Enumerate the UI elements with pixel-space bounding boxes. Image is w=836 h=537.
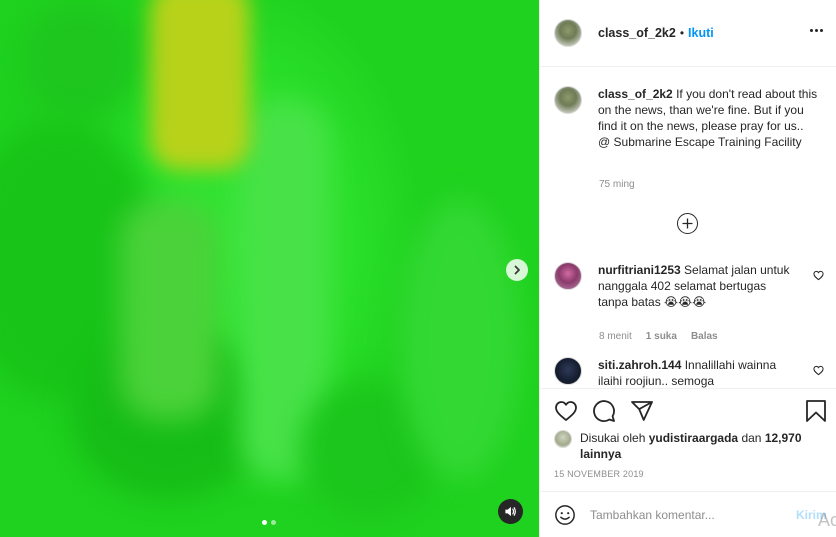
like-comment-heart-icon[interactable]	[813, 270, 824, 281]
likes-summary: Disukai oleh yudistiraargada dan 12,970 …	[554, 430, 810, 462]
avatar[interactable]	[554, 19, 582, 47]
post-details-panel: class_of_2k2 • Ikuti class_of_2k2 If you…	[539, 0, 836, 537]
comment-username[interactable]: nurfitriani1253	[598, 263, 681, 277]
plus-icon	[682, 218, 693, 229]
like-comment-heart-icon[interactable]	[813, 365, 824, 376]
comment-item: siti.zahroh.144 Innalillahi wainna ilaih…	[554, 357, 824, 388]
likes-middle: dan	[741, 431, 762, 445]
watermark-text: Ac	[818, 510, 836, 530]
media-blur	[20, 0, 140, 120]
likes-prefix: Disukai oleh	[580, 431, 646, 445]
carousel-dot	[262, 520, 267, 525]
likes-text: Disukai oleh yudistiraargada dan 12,970 …	[580, 430, 810, 462]
carousel-indicator	[262, 520, 276, 525]
caption-timestamp[interactable]: 75 ming	[599, 179, 635, 190]
bookmark-icon[interactable]	[805, 399, 827, 423]
comment-likes[interactable]: 1 suka	[646, 331, 677, 342]
more-icon	[810, 29, 813, 32]
comment-text: nurfitriani1253 Selamat jalan untuk nang…	[598, 262, 798, 310]
reply-button[interactable]: Balas	[691, 331, 718, 342]
separator-dot: •	[679, 26, 685, 40]
comments-section[interactable]: class_of_2k2 If you don't read about thi…	[540, 67, 836, 388]
comment-text: siti.zahroh.144 Innalillahi wainna ilaih…	[598, 357, 798, 388]
follow-button[interactable]: Ikuti	[688, 26, 714, 40]
more-options-button[interactable]	[810, 29, 823, 32]
avatar[interactable]	[554, 357, 582, 385]
post-media[interactable]	[0, 0, 539, 537]
avatar[interactable]	[554, 430, 572, 448]
heart-icon[interactable]	[554, 399, 578, 423]
post-date[interactable]: 15 NOVEMBER 2019	[554, 469, 644, 479]
comment-input[interactable]	[590, 507, 770, 522]
load-more-comments-button[interactable]	[677, 213, 698, 234]
comment-icon[interactable]	[592, 399, 616, 423]
header-username[interactable]: class_of_2k2	[598, 26, 676, 40]
comment-time: 8 menit	[599, 331, 632, 342]
media-blur	[150, 0, 250, 170]
comment-item: nurfitriani1253 Selamat jalan untuk nang…	[554, 262, 824, 310]
next-slide-button[interactable]	[506, 259, 528, 281]
media-blur	[400, 200, 520, 480]
chevron-right-icon	[514, 265, 520, 275]
action-icons	[554, 399, 654, 423]
post-header: class_of_2k2 • Ikuti	[540, 0, 836, 67]
caption-text: class_of_2k2 If you don't read about thi…	[598, 86, 818, 150]
audio-toggle-button[interactable]	[498, 499, 523, 524]
post-actions: Disukai oleh yudistiraargada dan 12,970 …	[540, 388, 836, 498]
carousel-dot	[271, 520, 276, 525]
comment-username[interactable]: siti.zahroh.144	[598, 358, 681, 372]
avatar[interactable]	[554, 86, 582, 114]
more-icon-dot	[820, 29, 823, 32]
comment-meta: 8 menit 1 suka Balas	[599, 331, 718, 342]
caption-username[interactable]: class_of_2k2	[598, 87, 673, 101]
add-comment-bar: Kirim	[540, 491, 836, 537]
media-blur	[120, 200, 220, 420]
avatar[interactable]	[554, 262, 582, 290]
post-caption: class_of_2k2 If you don't read about thi…	[554, 86, 818, 150]
more-icon-dot	[815, 29, 818, 32]
speaker-icon	[505, 506, 516, 517]
emoji-icon[interactable]	[554, 504, 576, 526]
share-icon[interactable]	[630, 399, 654, 423]
likes-user[interactable]: yudistiraargada	[649, 431, 738, 445]
